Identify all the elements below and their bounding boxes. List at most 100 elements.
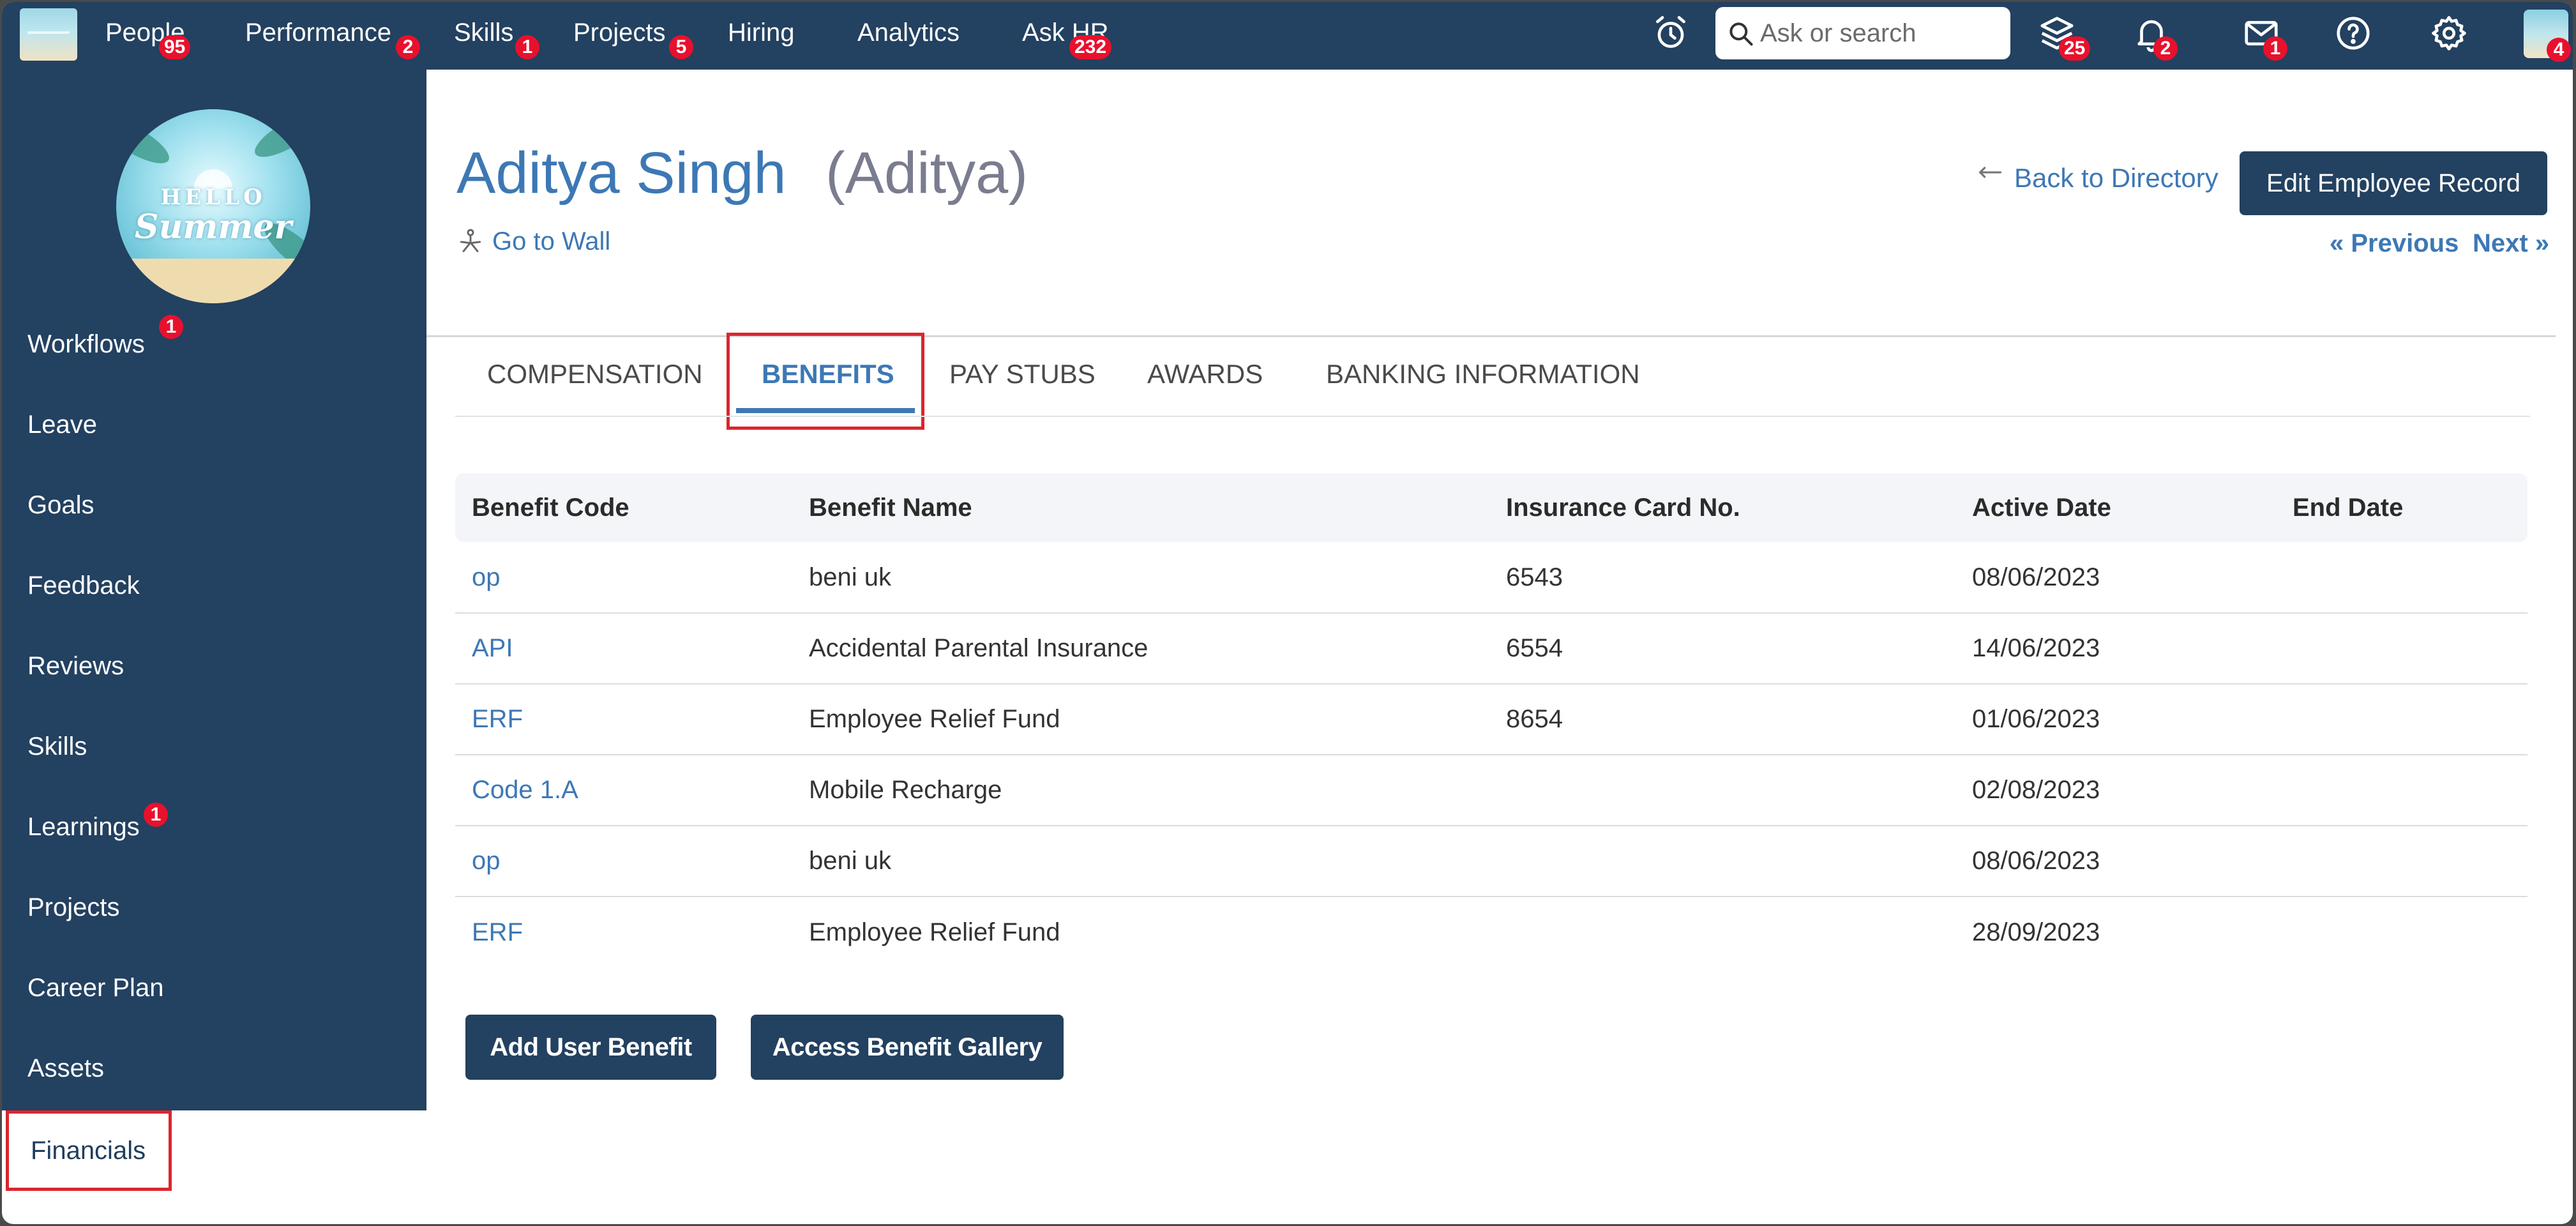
- end-date: [2276, 826, 2527, 897]
- sidebar-item-label: Learnings: [27, 813, 140, 841]
- column-header[interactable]: Benefit Code: [455, 473, 792, 542]
- table-header-row: Benefit Code Benefit Name Insurance Card…: [455, 473, 2527, 542]
- nav-skills[interactable]: Skills 1: [454, 2, 539, 63]
- active-date: 08/06/2023: [1955, 826, 2276, 897]
- nav-badge: 2: [396, 35, 420, 59]
- end-date: [2276, 755, 2527, 826]
- sidebar-item-leave[interactable]: Leave: [27, 399, 97, 450]
- active-date: 14/06/2023: [1955, 613, 2276, 685]
- nav-badge: 1: [515, 35, 539, 59]
- sidebar-item-label: Leave: [27, 411, 97, 439]
- insurance-card-no: [1489, 826, 1955, 897]
- sidebar-item-financials[interactable]: Financials: [6, 1110, 172, 1191]
- sidebar-badge: 1: [144, 803, 168, 827]
- benefit-name: beni uk: [792, 826, 1489, 897]
- tab-pay-stubs[interactable]: PAY STUBS: [949, 345, 1096, 403]
- back-to-directory-link[interactable]: Back to Directory: [1973, 163, 2218, 193]
- add-user-benefit-button[interactable]: Add User Benefit: [465, 1015, 716, 1080]
- search-box: [1715, 7, 2010, 59]
- top-navigation-bar: People 95 Performance 2 Skills 1 Project…: [2, 2, 2573, 70]
- sidebar-item-projects[interactable]: Projects: [27, 882, 120, 933]
- help-icon[interactable]: [2333, 13, 2373, 53]
- tab-banking-information[interactable]: BANKING INFORMATION: [1326, 345, 1640, 403]
- sidebar-item-goals[interactable]: Goals: [27, 480, 94, 531]
- layers-icon[interactable]: 25: [2037, 13, 2091, 61]
- nav-performance[interactable]: Performance 2: [245, 2, 420, 63]
- column-header[interactable]: Benefit Name: [792, 473, 1489, 542]
- insurance-card-no: [1489, 897, 1955, 967]
- tabs-divider: [455, 416, 2530, 417]
- sidebar-item-assets[interactable]: Assets: [27, 1043, 104, 1094]
- table-row: ERF Employee Relief Fund 8654 01/06/2023: [455, 684, 2527, 755]
- edit-employee-record-button[interactable]: Edit Employee Record: [2240, 151, 2547, 215]
- go-to-wall-label: Go to Wall: [492, 227, 611, 255]
- sidebar: HELLO Summer Workflows 1 Leave Goals Fee…: [2, 70, 426, 1110]
- benefit-code-link[interactable]: ERF: [455, 684, 792, 755]
- benefit-name: Mobile Recharge: [792, 755, 1489, 826]
- gear-icon[interactable]: [2429, 13, 2469, 53]
- photo-text: Summer: [135, 208, 292, 246]
- sidebar-item-label: Financials: [31, 1137, 146, 1165]
- nav-label: Hiring: [728, 19, 795, 47]
- benefit-code-link[interactable]: API: [455, 613, 792, 685]
- column-header[interactable]: Active Date: [1955, 473, 2276, 542]
- insurance-card-no: 6554: [1489, 613, 1955, 685]
- go-to-wall-link[interactable]: Go to Wall: [456, 227, 610, 256]
- nav-badge: 232: [1069, 35, 1112, 59]
- nav-label: Skills: [454, 19, 514, 47]
- benefit-code-link[interactable]: ERF: [455, 897, 792, 967]
- wall-icon: [460, 229, 481, 252]
- sidebar-item-label: Projects: [27, 893, 120, 921]
- active-date: 02/08/2023: [1955, 755, 2276, 826]
- table-row: API Accidental Parental Insurance 6554 1…: [455, 613, 2527, 685]
- sidebar-item-feedback[interactable]: Feedback: [27, 560, 140, 611]
- user-avatar[interactable]: 4: [2524, 10, 2571, 62]
- table-row: op beni uk 08/06/2023: [455, 826, 2527, 897]
- sidebar-item-workflows[interactable]: Workflows 1: [27, 315, 183, 370]
- nav-hiring[interactable]: Hiring: [728, 2, 794, 63]
- tab-compensation[interactable]: COMPENSATION: [487, 345, 703, 403]
- benefit-name: Employee Relief Fund: [809, 918, 1060, 946]
- bell-icon[interactable]: 2: [2132, 13, 2178, 61]
- sidebar-item-learnings[interactable]: Learnings 1: [27, 801, 168, 852]
- profile-photo[interactable]: HELLO Summer: [116, 109, 310, 303]
- sidebar-item-label: Reviews: [27, 652, 124, 680]
- previous-link[interactable]: « Previous: [2330, 229, 2459, 258]
- alarm-clock-icon[interactable]: [1651, 13, 1691, 53]
- insurance-card-no: 8654: [1489, 684, 1955, 755]
- access-benefit-gallery-button[interactable]: Access Benefit Gallery: [751, 1015, 1064, 1080]
- column-header[interactable]: End Date: [2276, 473, 2527, 542]
- nav-analytics[interactable]: Analytics: [857, 2, 960, 63]
- benefit-code-link[interactable]: op: [455, 542, 792, 614]
- nav-ask-hr[interactable]: Ask HR 232: [1022, 2, 1112, 63]
- photo-text: HELLO: [160, 185, 266, 210]
- sidebar-item-label: Skills: [27, 732, 87, 761]
- end-date: [2276, 684, 2527, 755]
- table-row: ERF Employee Relief Fund 28/09/2023: [455, 897, 2527, 967]
- table-row: op beni uk 6543 08/06/2023: [455, 542, 2527, 614]
- benefit-code-link[interactable]: op: [455, 826, 792, 897]
- photo-sand: [116, 259, 310, 303]
- return-arrow-icon: [1979, 167, 2002, 178]
- nav-label: Performance: [245, 19, 391, 47]
- nav-projects[interactable]: Projects 5: [573, 2, 693, 63]
- avatar-badge: 4: [2547, 38, 2571, 62]
- sidebar-item-career-plan[interactable]: Career Plan: [27, 962, 163, 1013]
- company-logo[interactable]: [20, 8, 77, 61]
- photo-leaf: [249, 109, 310, 165]
- sidebar-item-reviews[interactable]: Reviews: [27, 640, 124, 692]
- mail-icon[interactable]: 1: [2241, 13, 2287, 61]
- nav-people[interactable]: People 95: [105, 2, 191, 63]
- column-header[interactable]: Insurance Card No.: [1489, 473, 1955, 542]
- tab-benefits[interactable]: BENEFITS: [762, 345, 894, 403]
- search-icon: [1729, 22, 1753, 46]
- next-link[interactable]: Next »: [2473, 229, 2549, 258]
- nav-badge: 95: [159, 35, 191, 59]
- search-input[interactable]: [1760, 7, 2003, 59]
- sidebar-item-skills[interactable]: Skills: [27, 721, 87, 772]
- end-date: [2276, 542, 2527, 614]
- active-date: 08/06/2023: [1955, 542, 2276, 614]
- benefit-code-link[interactable]: Code 1.A: [455, 755, 792, 826]
- nav-badge: 5: [669, 35, 693, 59]
- tab-awards[interactable]: AWARDS: [1147, 345, 1263, 403]
